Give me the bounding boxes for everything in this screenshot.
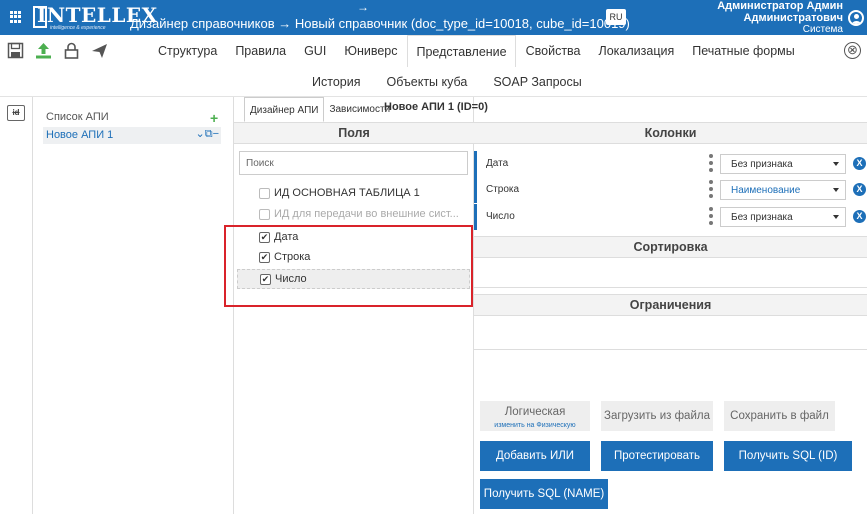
- load-from-file-button[interactable]: Загрузить из файла: [601, 401, 713, 431]
- drag-handle-icon[interactable]: [709, 154, 713, 174]
- tab-soap-requests[interactable]: SOAP Запросы: [485, 68, 589, 96]
- logo[interactable]: INTELLEX intelligence & experience: [33, 4, 157, 31]
- add-or-button[interactable]: Добавить ИЛИ: [480, 441, 590, 471]
- lock-icon[interactable]: [63, 42, 80, 59]
- tab-rules[interactable]: Правила: [227, 35, 294, 67]
- upload-icon[interactable]: [35, 42, 52, 59]
- secondary-tabs: История Объекты куба SOAP Запросы: [304, 68, 600, 96]
- save-icon[interactable]: [7, 42, 24, 59]
- apps-grid-icon[interactable]: [10, 11, 22, 23]
- chevron-down-icon: [833, 215, 839, 219]
- field-row[interactable]: ИД ОСНОВНАЯ ТАБЛИЦА 1: [237, 184, 470, 204]
- api-list-panel: Список АПИ + Новое АПИ 1 ⌄⧉−: [33, 97, 233, 514]
- tab-print-forms[interactable]: Печатные формы: [684, 35, 803, 67]
- column-attribute-select[interactable]: Наименование: [720, 180, 846, 200]
- column-row: Число Без признака X: [474, 204, 867, 230]
- drag-handle-icon[interactable]: [709, 207, 713, 227]
- column-row: Строка Наименование X: [474, 177, 867, 203]
- api-heading: Новое АПИ 1 (ID=0): [384, 101, 488, 113]
- field-row: ИД для передачи во внешние сист...: [237, 205, 470, 225]
- chevron-down-icon: [833, 188, 839, 192]
- add-api-button[interactable]: +: [210, 110, 218, 126]
- get-sql-name-button[interactable]: Получить SQL (NAME): [480, 479, 608, 509]
- page-title: Дизайнер справочников → Новый справочник…: [130, 16, 630, 31]
- api-list-item[interactable]: Новое АПИ 1 ⌄⧉−: [43, 127, 221, 144]
- tab-universe[interactable]: Юниверс: [336, 35, 405, 67]
- logo-tagline: intelligence & experience: [50, 25, 106, 31]
- api-item-label: Новое АПИ 1: [46, 129, 114, 141]
- api-list-title: Список АПИ: [46, 111, 109, 123]
- column-attribute-select[interactable]: Без признака: [720, 154, 846, 174]
- remove-column-icon[interactable]: X: [853, 157, 866, 170]
- id-toggle-button[interactable]: id: [7, 105, 25, 121]
- field-label: ИД ОСНОВНАЯ ТАБЛИЦА 1: [274, 187, 420, 199]
- save-to-file-button[interactable]: Сохранить в файл: [724, 401, 835, 431]
- field-checkbox: [259, 209, 270, 220]
- column-attribute-select[interactable]: Без признака: [720, 207, 846, 227]
- limits-section-title: Ограничения: [474, 294, 867, 316]
- toolbar-icons: [7, 42, 108, 59]
- section-divider: [474, 349, 867, 350]
- inner-tabs: Дизайнер АПИ Зависимости: [244, 97, 395, 122]
- breadcrumb-arrow: →: [357, 0, 369, 14]
- tab-gui[interactable]: GUI: [296, 35, 334, 67]
- api-item-actions-icon[interactable]: ⌄⧉−: [196, 127, 220, 141]
- logic-mode-button[interactable]: Логическая изменить на Физическую: [480, 401, 590, 431]
- test-button[interactable]: Протестировать: [601, 441, 713, 471]
- chevron-down-icon: [833, 162, 839, 166]
- remove-column-icon[interactable]: X: [853, 183, 866, 196]
- logic-mode-sublabel: изменить на Физическую: [494, 422, 576, 429]
- sort-section-title: Сортировка: [474, 236, 867, 258]
- highlight-box: [224, 225, 473, 307]
- user-info[interactable]: Администратор Админ Администратович Сист…: [717, 0, 843, 36]
- tab-cube-objects[interactable]: Объекты куба: [378, 68, 475, 96]
- remove-column-icon[interactable]: X: [853, 210, 866, 223]
- tab-structure[interactable]: Структура: [150, 35, 225, 67]
- tab-localization[interactable]: Локализация: [591, 35, 683, 67]
- send-icon[interactable]: [91, 42, 108, 59]
- column-row: Дата Без признака X: [474, 151, 867, 177]
- columns-section-title: Колонки: [474, 122, 867, 144]
- close-icon[interactable]: ⊗: [844, 42, 861, 59]
- column-name: Дата: [486, 158, 509, 169]
- tab-api-designer[interactable]: Дизайнер АПИ: [244, 97, 325, 122]
- top-bar: INTELLEX intelligence & experience → Диз…: [0, 0, 867, 35]
- column-name: Число: [486, 211, 515, 222]
- main-tabs: Структура Правила GUI Юниверс Представле…: [150, 35, 805, 67]
- language-switch[interactable]: RU: [606, 9, 626, 25]
- field-label: ИД для передачи во внешние сист...: [274, 208, 459, 220]
- logic-mode-label: Логическая: [504, 406, 566, 418]
- user-avatar-icon[interactable]: [848, 10, 864, 26]
- get-sql-id-button[interactable]: Получить SQL (ID): [724, 441, 852, 471]
- columns-panel: Колонки Дата Без признака X Строка Наиме…: [474, 97, 867, 514]
- section-divider: [474, 287, 867, 288]
- tab-presentation[interactable]: Представление: [407, 35, 516, 67]
- tab-properties[interactable]: Свойства: [518, 35, 589, 67]
- drag-handle-icon[interactable]: [709, 180, 713, 200]
- field-checkbox[interactable]: [259, 188, 270, 199]
- user-name-line-1: Администратор Админ: [717, 0, 843, 12]
- left-gutter: id: [0, 97, 33, 514]
- fields-section-title: Поля: [234, 122, 474, 144]
- column-name: Строка: [486, 184, 520, 195]
- user-name-line-2: Администратович: [743, 12, 843, 24]
- fields-search-input[interactable]: Поиск: [239, 151, 468, 175]
- tab-history[interactable]: История: [304, 68, 368, 96]
